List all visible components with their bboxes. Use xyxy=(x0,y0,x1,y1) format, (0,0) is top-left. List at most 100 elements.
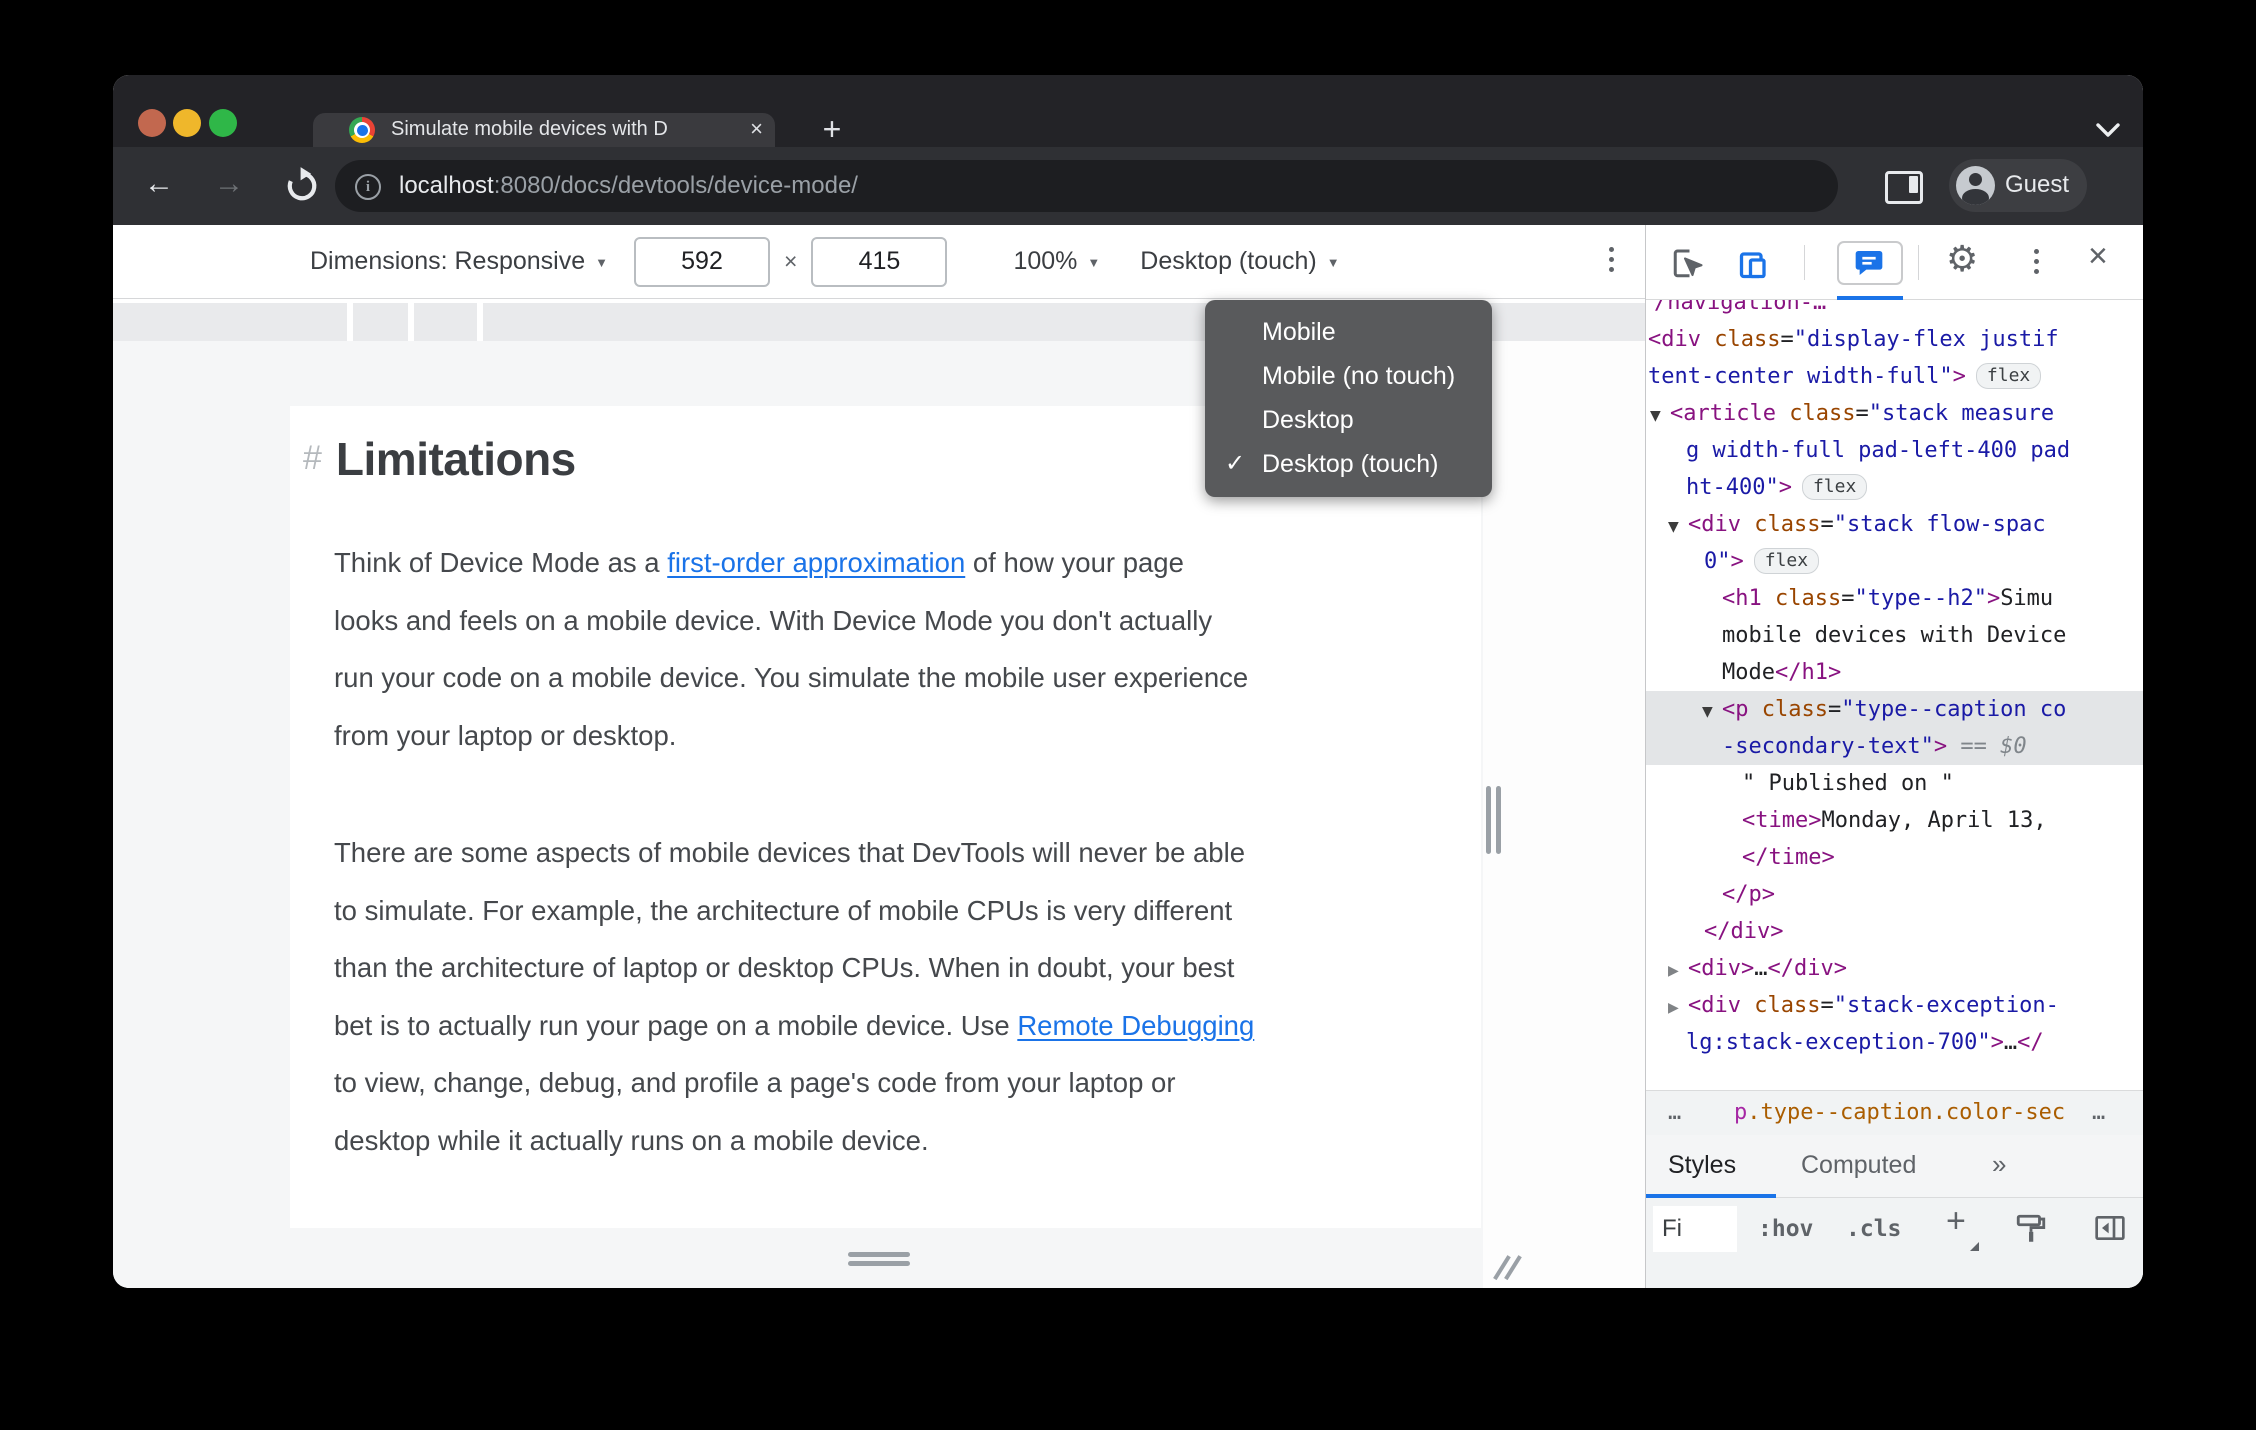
devtools-code-line[interactable]: <div class="display-flex justif xyxy=(1646,321,2143,358)
menu-item-mobile[interactable]: Mobile xyxy=(1205,310,1492,354)
devtools-code-line[interactable]: " Published on " xyxy=(1646,765,2143,802)
url-path: :8080/docs/devtools/device-mode/ xyxy=(493,172,858,199)
paint-roller-icon[interactable] xyxy=(2014,1212,2048,1251)
code-token-pun: = xyxy=(1820,993,1834,1018)
paragraph-text: than the architecture of laptop or deskt… xyxy=(334,952,1235,983)
site-info-icon[interactable]: i xyxy=(355,174,381,200)
viewport-width-input[interactable] xyxy=(634,236,770,287)
menu-item-label: Mobile (no touch) xyxy=(1262,362,1456,390)
inline-link[interactable]: first-order approximation xyxy=(667,547,965,578)
browser-tab[interactable]: Simulate mobile devices with D × xyxy=(313,113,775,147)
viewport-corner-resize-handle[interactable] xyxy=(1492,1252,1522,1282)
expand-arrow-collapsed-icon[interactable]: ▶ xyxy=(1668,953,1688,990)
menu-item-desktop[interactable]: Desktop xyxy=(1205,398,1492,442)
expand-arrow-open-icon[interactable]: ▼ xyxy=(1668,509,1688,546)
breadcrumb-selected-node[interactable]: p.type--caption.color-sec xyxy=(1734,1091,2065,1135)
reload-button[interactable] xyxy=(281,165,323,207)
breadcrumb-overflow-right[interactable]: … xyxy=(2092,1091,2105,1135)
paragraph-text: Think of Device Mode as a xyxy=(334,547,668,578)
devtools-code-line[interactable]: ht-400"> flex xyxy=(1646,469,2143,506)
traffic-light-zoom-button[interactable] xyxy=(209,109,237,137)
code-token-tag: </div> xyxy=(1767,956,1847,981)
new-style-rule-button[interactable]: + xyxy=(1946,1202,1979,1251)
viewport-height-drag-handle[interactable] xyxy=(848,1252,910,1266)
inline-link[interactable]: Remote Debugging xyxy=(1017,1010,1254,1041)
paragraph-text: desktop while it actually runs on a mobi… xyxy=(334,1124,929,1156)
close-devtools-icon[interactable]: × xyxy=(2088,237,2108,276)
code-token-tag: <p xyxy=(1722,697,1749,722)
devtools-code-line[interactable]: </time> xyxy=(1646,839,2143,876)
new-tab-button[interactable]: + xyxy=(813,111,851,149)
devtools-code-line[interactable]: /navigation-… xyxy=(1646,300,2143,321)
tab-title: Simulate mobile devices with D xyxy=(391,118,668,140)
inspect-element-icon[interactable] xyxy=(1670,245,1706,286)
breadcrumb-overflow-left[interactable]: … xyxy=(1668,1091,1681,1135)
devtools-code-line[interactable]: tent-center width-full"> flex xyxy=(1646,358,2143,395)
code-token-attr: class xyxy=(1754,993,1821,1018)
devtools-code-line[interactable]: </div> xyxy=(1646,913,2143,950)
tab-search-chevron-icon[interactable] xyxy=(2091,119,2125,146)
settings-gear-icon[interactable]: ⚙ xyxy=(1946,239,1978,280)
code-token-tag: <div> xyxy=(1688,956,1755,981)
dock-side-panel-icon[interactable] xyxy=(2094,1214,2126,1247)
devtools-code-line[interactable]: mobile devices with Device xyxy=(1646,617,2143,654)
device-type-select[interactable]: Desktop (touch) ▼ xyxy=(1140,247,1339,276)
toggle-pseudo-classes-button[interactable]: :hov xyxy=(1758,1206,1813,1252)
zoom-select[interactable]: 100% ▼ xyxy=(1013,247,1100,276)
devtools-code-line[interactable]: -secondary-text"> == $0 xyxy=(1646,728,2143,765)
expand-arrow-collapsed-icon[interactable]: ▶ xyxy=(1668,990,1688,1027)
address-bar[interactable]: i localhost:8080/docs/devtools/device-mo… xyxy=(335,160,1838,212)
code-token-tag: > xyxy=(1990,1030,2004,1055)
viewport-width-drag-handle[interactable] xyxy=(1486,786,1501,854)
side-panel-icon[interactable] xyxy=(1885,171,1923,204)
devtools-code-line[interactable]: Mode</h1> xyxy=(1646,654,2143,691)
menu-item-label: Mobile xyxy=(1262,318,1336,346)
devtools-code-line[interactable]: ▶ <div class="stack-exception- xyxy=(1646,987,2143,1024)
back-button[interactable]: ← xyxy=(135,147,183,225)
dimensions-times-label: × xyxy=(784,248,798,274)
devtools-code-line[interactable]: ▼ <p class="type--caption co xyxy=(1646,691,2143,728)
devtools-menu-icon[interactable] xyxy=(2034,249,2040,279)
device-mode-toolbar: Dimensions: Responsive▼ × 100%▼ Desktop … xyxy=(113,225,1645,299)
tab-computed[interactable]: Computed xyxy=(1801,1135,1916,1197)
chevron-down-icon: ▼ xyxy=(1087,255,1101,270)
menu-item-mobile-no-touch[interactable]: Mobile (no touch) xyxy=(1205,354,1492,398)
expand-arrow-open-icon[interactable]: ▼ xyxy=(1650,398,1670,435)
devtools-code-line[interactable]: <h1 class="type--h2">Simu xyxy=(1646,580,2143,617)
devtools-code-line[interactable]: 0"> flex xyxy=(1646,543,2143,580)
messages-tab-button[interactable] xyxy=(1837,241,1903,285)
devtools-code-line[interactable]: ▶ <div>…</div> xyxy=(1646,950,2143,987)
devtools-code-line[interactable]: ▼ <div class="stack flow-spac xyxy=(1646,506,2143,543)
devtools-code-line[interactable]: </p> xyxy=(1646,876,2143,913)
device-toolbar-icon[interactable] xyxy=(1736,245,1774,286)
tab-styles[interactable]: Styles xyxy=(1668,1135,1736,1197)
devtools-code-line[interactable]: lg:stack-exception-700">…</ xyxy=(1646,1024,2143,1061)
devtools-code-line[interactable]: ▼ <article class="stack measure xyxy=(1646,395,2143,432)
traffic-light-minimize-button[interactable] xyxy=(173,109,201,137)
viewport-height-input[interactable] xyxy=(811,236,948,287)
device-toolbar-menu-icon[interactable] xyxy=(1609,247,1615,277)
code-token-pln xyxy=(1701,327,1714,352)
heading-anchor-hash[interactable]: # xyxy=(303,439,322,477)
code-token-tag: > xyxy=(1933,734,1948,759)
forward-button[interactable]: → xyxy=(205,147,253,225)
viewport-right-gutter xyxy=(1483,341,1645,1288)
profile-chip[interactable]: Guest xyxy=(1949,159,2087,212)
devtools-code-line[interactable]: g width-full pad-left-400 pad xyxy=(1646,432,2143,469)
checkmark-icon: ✓ xyxy=(1225,450,1246,477)
elements-tree: /navigation-… <div class="display-flex ju… xyxy=(1646,300,2143,1090)
element-classes-button[interactable]: .cls xyxy=(1846,1206,1901,1252)
traffic-light-close-button[interactable] xyxy=(138,109,166,137)
styles-filter-bar: Fi :hov .cls + xyxy=(1646,1198,2143,1288)
tab-close-icon[interactable]: × xyxy=(750,113,763,147)
devtools-code-line[interactable]: <time>Monday, April 13, xyxy=(1646,802,2143,839)
more-tabs-chevron[interactable]: » xyxy=(1992,1135,2007,1197)
code-token-tag: > xyxy=(1986,586,2001,611)
code-token-tag: </h1> xyxy=(1774,660,1842,685)
code-token-tag: > xyxy=(1730,549,1744,574)
expand-arrow-open-icon[interactable]: ▼ xyxy=(1702,694,1722,731)
code-token-tag: </div> xyxy=(1704,919,1784,944)
dimensions-select[interactable]: Dimensions: Responsive ▼ xyxy=(310,247,608,276)
styles-filter-input[interactable]: Fi xyxy=(1653,1206,1737,1252)
menu-item-desktop-touch[interactable]: ✓ Desktop (touch) xyxy=(1205,442,1492,486)
